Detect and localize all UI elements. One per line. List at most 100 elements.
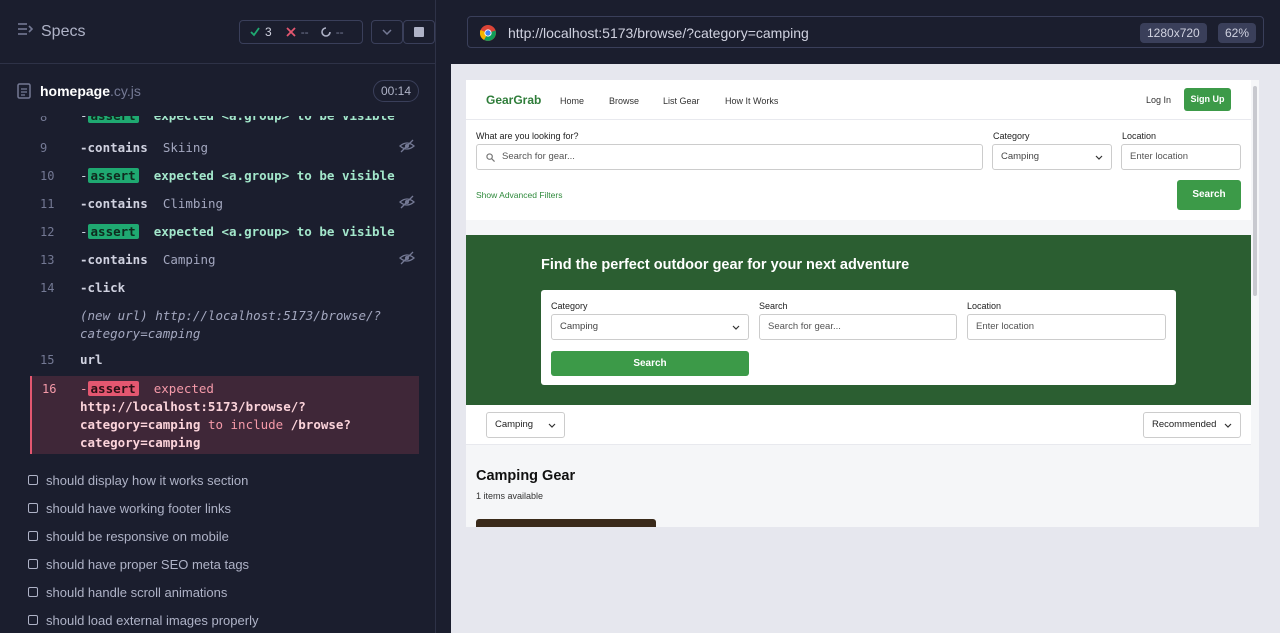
hero-location-placeholder: Enter location: [976, 321, 1035, 332]
assert-selector: <a.group>: [221, 168, 290, 183]
search-button[interactable]: Search: [1177, 180, 1241, 210]
stop-icon: [414, 27, 424, 37]
hero-search-card: Category Camping Search Search for gear.…: [541, 290, 1176, 385]
test-item[interactable]: should have working footer links: [28, 494, 428, 522]
assert-visible: visible: [341, 168, 395, 183]
command-name: contains: [87, 140, 148, 155]
spec-file-basename: homepage: [40, 83, 111, 99]
search-icon: [486, 153, 495, 162]
command-arg: Climbing: [162, 196, 224, 211]
command-number: 15: [40, 353, 55, 367]
command-row[interactable]: 9 -contains Skiing: [30, 134, 419, 162]
hero-search-input[interactable]: Search for gear...: [759, 314, 957, 340]
stop-button[interactable]: [403, 20, 435, 44]
command-arg: Camping: [162, 252, 216, 267]
assert-word: expected: [153, 381, 214, 396]
test-item[interactable]: should be responsive on mobile: [28, 522, 428, 550]
results-count: 1 items available: [476, 491, 544, 501]
specs-toggle[interactable]: Specs: [17, 22, 85, 41]
command-name: click: [87, 280, 126, 295]
category-value: Camping: [1001, 151, 1040, 162]
category-select[interactable]: Camping: [992, 144, 1112, 170]
app-logo[interactable]: GearGrab: [486, 93, 541, 107]
login-link[interactable]: Log In: [1146, 95, 1171, 105]
results-title: Camping Gear: [476, 468, 576, 484]
command-arg: Skiing: [162, 140, 208, 155]
nav-how-it-works[interactable]: How It Works: [725, 96, 778, 106]
nav-browse[interactable]: Browse: [609, 96, 639, 106]
specs-list-icon: [17, 22, 34, 41]
command-number: 8: [40, 116, 48, 124]
assert-fail-badge: assert: [87, 381, 139, 396]
test-status-icon: [28, 615, 38, 625]
hero-category-select[interactable]: Camping: [551, 314, 749, 340]
category-filter-value: Camping: [495, 419, 534, 430]
location-input[interactable]: Enter location: [1121, 144, 1241, 170]
location-placeholder: Enter location: [1130, 151, 1189, 162]
passed-count: 3: [265, 25, 272, 39]
assert-selector: <a.group>: [221, 224, 290, 239]
app-scrollbar[interactable]: [1253, 86, 1257, 296]
command-row[interactable]: 12 - assert expected <a.group> to be visi…: [30, 218, 419, 246]
app-iframe: GearGrab Home Browse List Gear How It Wo…: [466, 80, 1259, 527]
failed-count: --: [300, 25, 309, 39]
hero-location-input[interactable]: Enter location: [967, 314, 1166, 340]
signup-button[interactable]: Sign Up: [1184, 88, 1231, 111]
assert-op: to include: [207, 417, 284, 432]
stats-box: 3 -- --: [239, 20, 363, 44]
reporter-panel: Specs 3 -- -- homepage.cy.js 00:14 8 9 -…: [0, 0, 436, 633]
test-item[interactable]: should display how it works section: [28, 466, 428, 494]
chevron-down-icon: [382, 29, 392, 35]
failed-command-row[interactable]: 16 - assert expected http://localhost:517…: [30, 376, 419, 454]
test-title: should have working footer links: [46, 500, 231, 516]
gear-card-image[interactable]: [476, 519, 656, 527]
hero-location-label: Location: [967, 301, 1002, 311]
command-row[interactable]: 10 - assert expected <a.group> to be visi…: [30, 162, 419, 190]
expand-button[interactable]: [371, 20, 403, 44]
test-item[interactable]: should load external images properly: [28, 606, 428, 633]
assert-text: expected: [153, 168, 214, 183]
command-row[interactable]: 8 -assert expected <a.group> to be visib…: [30, 116, 419, 132]
test-item[interactable]: should handle scroll animations: [28, 578, 428, 606]
hero-search-placeholder: Search for gear...: [768, 321, 841, 332]
test-item[interactable]: should have proper SEO meta tags: [28, 550, 428, 578]
viewport-size: 1280x720: [1140, 23, 1207, 43]
hero-search-button[interactable]: Search: [551, 351, 749, 376]
command-row[interactable]: 11 -contains Climbing: [30, 190, 419, 218]
sort-dropdown[interactable]: Recommended: [1143, 412, 1241, 438]
command-log: 8 -assert expected <a.group> to be visib…: [30, 116, 419, 456]
cypress-runner: Specs 3 -- -- homepage.cy.js 00:14 8 9 -…: [0, 0, 1280, 633]
specs-title: Specs: [41, 22, 86, 40]
advanced-filters-link[interactable]: Show Advanced Filters: [476, 190, 562, 200]
command-name: url: [80, 352, 103, 367]
command-number: 9: [40, 141, 48, 155]
command-number: 16: [42, 382, 57, 396]
command-row[interactable]: 13 -contains Camping: [30, 246, 419, 274]
pending-icon: [320, 27, 331, 37]
category-filter-dropdown[interactable]: Camping: [486, 412, 565, 438]
url-bar[interactable]: http://localhost:5173/browse/?category=c…: [467, 16, 1264, 48]
spec-duration: 00:14: [372, 80, 419, 102]
nav-home[interactable]: Home: [560, 96, 584, 106]
eye-slash-icon: [399, 195, 415, 209]
new-url-event[interactable]: (new url) http://localhost:5173/browse/?…: [30, 304, 419, 344]
new-url-text: (new url) http://localhost:5173/browse/?…: [80, 308, 382, 341]
search-input[interactable]: Search for gear...: [476, 144, 983, 170]
test-title: should load external images properly: [46, 612, 259, 628]
spec-file-header: homepage.cy.js 00:14: [17, 78, 419, 106]
spec-file-ext: .cy.js: [110, 83, 141, 99]
hero-title: Find the perfect outdoor gear for your n…: [541, 257, 910, 273]
reporter-header: Specs 3 -- --: [0, 0, 435, 64]
command-row[interactable]: 15 url: [30, 350, 419, 378]
spec-file-name[interactable]: homepage.cy.js: [40, 83, 141, 99]
command-name: contains: [87, 196, 148, 211]
nav-list-gear[interactable]: List Gear: [663, 96, 700, 106]
hero-search-label: Search: [759, 301, 788, 311]
command-row[interactable]: 14 -click: [30, 274, 419, 302]
command-name: contains: [87, 252, 148, 267]
command-number: 13: [40, 253, 55, 267]
zoom-level: 62%: [1218, 23, 1257, 43]
assert-text: expected: [154, 116, 214, 123]
eye-slash-icon: [399, 139, 415, 153]
assert-text: expected: [153, 224, 214, 239]
